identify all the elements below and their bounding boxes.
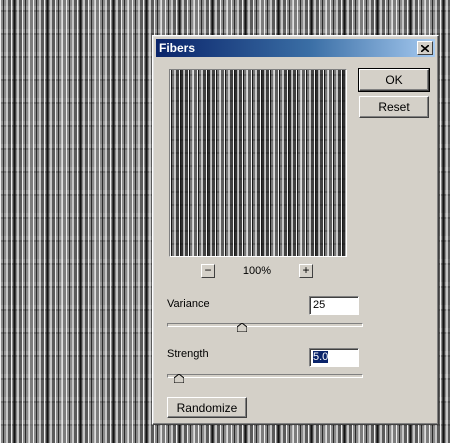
dialog-title: Fibers <box>159 41 196 55</box>
strength-slider-thumb[interactable] <box>174 374 185 383</box>
reset-button[interactable]: Reset <box>359 96 429 118</box>
variance-label: Variance <box>167 298 210 310</box>
filter-preview[interactable] <box>169 69 347 257</box>
variance-input[interactable]: 25 <box>309 296 359 315</box>
dialog-titlebar[interactable]: Fibers <box>156 39 435 57</box>
strength-slider[interactable] <box>167 374 363 378</box>
variance-slider[interactable] <box>167 323 363 327</box>
fibers-dialog: Fibers OK Reset − 100% + Variance 25 Str… <box>152 35 439 425</box>
close-button[interactable] <box>417 41 433 55</box>
zoom-out-button[interactable]: − <box>201 264 215 278</box>
close-icon <box>421 44 429 52</box>
strength-input[interactable]: 5.0 <box>309 348 359 367</box>
variance-slider-thumb[interactable] <box>236 323 247 332</box>
zoom-level: 100% <box>242 265 272 277</box>
randomize-button[interactable]: Randomize <box>167 397 247 418</box>
strength-value: 5.0 <box>313 351 329 363</box>
ok-button[interactable]: OK <box>358 68 430 92</box>
zoom-in-button[interactable]: + <box>299 264 313 278</box>
strength-label: Strength <box>167 348 209 360</box>
